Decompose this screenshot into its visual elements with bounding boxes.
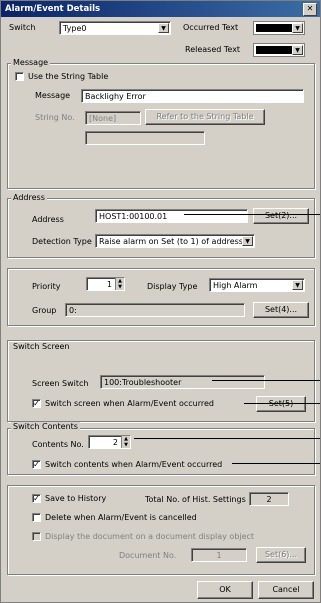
switch-screen-checkbox[interactable]: ✓ xyxy=(32,399,41,408)
switch-screen-checkbox-label: Switch screen when Alarm/Event occurred xyxy=(45,399,214,408)
detection-type-select[interactable]: Raise alarm on Set (to 1) of address ▼ xyxy=(95,234,255,248)
save-history-label: Save to History xyxy=(45,494,107,503)
switch-screen-group-label: Switch Screen xyxy=(11,342,72,351)
cancel-button[interactable]: Cancel xyxy=(258,581,314,599)
group-label: Group xyxy=(32,306,57,315)
string-no-field: [None] xyxy=(85,111,141,125)
occurred-color-swatch xyxy=(256,24,292,32)
document-set-button[interactable]: Set(6)... xyxy=(256,547,306,563)
display-type-select[interactable]: High Alarm ▼ xyxy=(209,278,305,292)
group-set-button[interactable]: Set(4)... xyxy=(253,302,309,318)
chevron-down-icon[interactable]: ▼ xyxy=(242,236,253,246)
switch-contents-checkbox[interactable]: ✓ xyxy=(32,460,41,469)
ok-button[interactable]: OK xyxy=(197,581,253,599)
delete-when-cancelled-label: Delete when Alarm/Event is cancelled xyxy=(45,513,197,522)
switch-screen-set-button[interactable]: Set(5) xyxy=(256,396,306,412)
callout-line-address xyxy=(184,214,320,215)
priority-label: Priority xyxy=(32,282,61,291)
document-no-field: 1 xyxy=(191,548,247,562)
message-group-label: Message xyxy=(11,58,51,67)
contents-no-value: 2 xyxy=(112,438,118,447)
refer-string-table-button[interactable]: Refer to the String Table xyxy=(145,109,265,125)
chevron-down-icon[interactable]: ▼ xyxy=(158,23,169,33)
save-history-checkbox[interactable]: ✓ xyxy=(32,494,41,503)
message-label: Message xyxy=(35,91,71,100)
message-input[interactable]: Backlighy Error xyxy=(81,89,304,103)
address-set-button[interactable]: Set(2)... xyxy=(253,208,309,224)
display-type-label: Display Type xyxy=(147,282,198,291)
address-label: Address xyxy=(32,215,64,224)
spin-icon[interactable]: ▲ ▼ xyxy=(115,278,124,290)
priority-stepper[interactable]: 1 ▲ ▼ xyxy=(86,277,125,291)
title-bar: Alarm/Event Details ✕ xyxy=(1,1,320,17)
chevron-down-icon[interactable]: ▼ xyxy=(292,23,303,33)
callout-line-switch-screen xyxy=(244,403,320,404)
occurred-color-picker[interactable]: ▼ xyxy=(253,21,305,35)
close-icon[interactable]: ✕ xyxy=(303,3,317,16)
screen-switch-field: 100:Troubleshooter xyxy=(100,375,265,389)
contents-no-stepper[interactable]: 2 ▲ ▼ xyxy=(88,435,131,449)
use-string-table-checkbox[interactable] xyxy=(15,72,24,81)
switch-value: Type0 xyxy=(63,24,87,33)
string-preview-field xyxy=(85,131,205,145)
callout-line-screen-switch xyxy=(212,380,320,381)
total-hist-label: Total No. of Hist. Settings xyxy=(145,495,246,504)
total-hist-field: 2 xyxy=(249,492,289,506)
display-document-label: Display the document on a document displ… xyxy=(45,532,255,541)
address-group-label: Address xyxy=(11,193,47,202)
string-no-label: String No. xyxy=(35,113,75,122)
callout-line-contents-no xyxy=(134,438,320,439)
switch-label: Switch xyxy=(9,23,36,32)
callout-line-switch-contents xyxy=(232,463,320,464)
contents-no-label: Contents No. xyxy=(32,440,84,449)
released-color-swatch xyxy=(256,46,292,54)
released-text-label: Released Text xyxy=(185,45,241,54)
chevron-down-icon[interactable]: ▼ xyxy=(292,280,303,290)
chevron-down-icon[interactable]: ▼ xyxy=(292,45,303,55)
address-group xyxy=(7,198,315,258)
address-input[interactable]: HOST1:00100.01 xyxy=(95,209,248,223)
screen-switch-label: Screen Switch xyxy=(32,379,89,388)
message-group xyxy=(7,63,315,189)
display-document-checkbox[interactable] xyxy=(32,532,41,541)
priority-value: 1 xyxy=(106,280,112,289)
group-field: 0: xyxy=(65,303,245,317)
occurred-text-label: Occurred Text xyxy=(183,23,239,32)
detection-type-value: Raise alarm on Set (to 1) of address xyxy=(99,237,243,246)
alarm-event-dialog: Alarm/Event Details ✕ Switch Type0 ▼ Occ… xyxy=(0,0,321,603)
switch-contents-checkbox-label: Switch contents when Alarm/Event occurre… xyxy=(45,460,223,469)
spin-icon[interactable]: ▲ ▼ xyxy=(121,436,130,448)
switch-contents-group-label: Switch Contents xyxy=(11,422,80,431)
document-no-label: Document No. xyxy=(119,551,177,560)
display-type-value: High Alarm xyxy=(213,281,258,290)
switch-select[interactable]: Type0 ▼ xyxy=(59,21,171,35)
window-title: Alarm/Event Details xyxy=(5,4,101,14)
released-color-picker[interactable]: ▼ xyxy=(253,43,305,57)
delete-when-cancelled-checkbox[interactable] xyxy=(32,513,41,522)
detection-type-label: Detection Type xyxy=(32,237,92,246)
use-string-table-label: Use the String Table xyxy=(28,72,109,81)
